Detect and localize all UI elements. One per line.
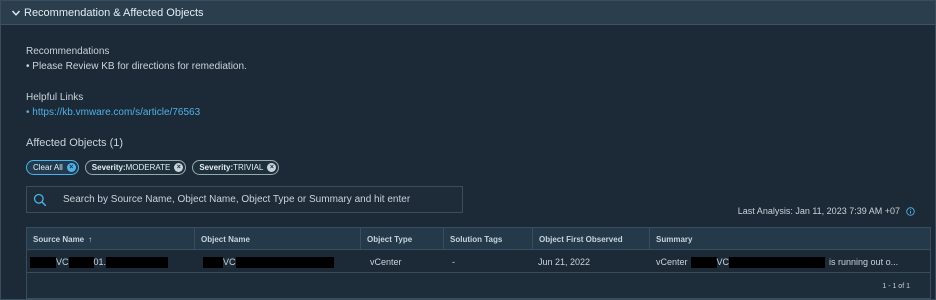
table-row[interactable]: VC 01. VC vCenter - Jun 21, 2022 vCenter… [27,251,930,273]
chip-key: Severity: [199,163,234,172]
recommendation-item: • Please Review KB for directions for re… [26,61,247,72]
summary-part: is running out o... [829,257,899,267]
summary-part: vCenter [656,257,688,267]
redacted-block [235,256,334,268]
col-source-name-label: Source Name [33,234,85,244]
col-solution-tags[interactable]: Solution Tags [444,228,533,250]
chip-key: Severity: [91,163,126,172]
cell-summary: vCenter VC is running out o... [650,251,930,273]
col-first-observed[interactable]: Object First Observed [533,228,650,250]
last-analysis-text: Last Analysis: Jan 11, 2023 7:39 AM +07 [737,206,900,216]
filter-chips: Clear All × Severity: MODERATE × Severity… [26,160,280,175]
affected-objects-title: Affected Objects (1) [26,137,124,149]
clear-all-chip[interactable]: Clear All × [26,160,79,175]
section-header[interactable]: Recommendation & Affected Objects [1,1,935,25]
severity-moderate-chip[interactable]: Severity: MODERATE × [84,160,187,175]
clear-all-label: Clear All [33,163,63,172]
affected-objects-table: Source Name ↑ Object Name Object Type So… [26,227,931,299]
redacted-block [203,256,223,268]
summary-part: VC [716,257,730,267]
cell-object-type: vCenter [370,257,402,267]
section-title: Recommendation & Affected Objects [24,6,204,19]
kb-link[interactable]: • https://kb.vmware.com/s/article/76563 [26,107,200,118]
col-source-name[interactable]: Source Name ↑ [27,228,195,250]
source-name-part: 01. [93,257,107,267]
redacted-block [68,256,94,268]
recommendations-label: Recommendations [26,46,110,57]
cell-object-name: VC [195,251,361,273]
redacted-block [729,256,826,268]
sort-arrow-up-icon[interactable]: ↑ [88,235,92,244]
close-icon[interactable]: × [174,163,184,172]
close-icon[interactable]: × [267,163,277,172]
redacted-block [30,256,56,268]
last-analysis: Last Analysis: Jan 11, 2023 7:39 AM +07 [738,206,915,216]
recommendation-panel: Recommendation & Affected Objects Recomm… [0,0,936,300]
severity-trivial-chip[interactable]: Severity: TRIVIAL × [192,160,280,175]
search-box [26,186,463,213]
search-icon [33,193,47,206]
cell-first-observed: Jun 21, 2022 [538,257,591,267]
info-icon[interactable] [906,206,915,216]
col-object-type[interactable]: Object Type [361,228,444,250]
object-name-part: VC [223,257,236,267]
col-object-name-label: Object Name [201,234,250,244]
col-summary-label: Summary [656,234,693,244]
redacted-block [106,256,169,268]
cell-source-name: VC 01. [27,251,195,273]
col-first-observed-label: Object First Observed [539,234,623,244]
col-object-name[interactable]: Object Name [195,228,361,250]
chip-value: MODERATE [125,163,171,172]
redacted-block [690,256,717,268]
chevron-down-icon [11,10,21,16]
pagination-text: 1 - 1 of 1 [882,283,910,290]
search-input[interactable] [62,194,462,205]
cell-solution-tags: - [452,257,455,267]
close-icon[interactable]: × [66,163,76,172]
helpful-links-label: Helpful Links [26,92,84,103]
source-name-part: VC [56,257,69,267]
col-summary[interactable]: Summary [650,228,930,250]
col-object-type-label: Object Type [367,234,413,244]
col-solution-tags-label: Solution Tags [450,234,503,244]
chip-value: TRIVIAL [233,163,264,172]
table-header: Source Name ↑ Object Name Object Type So… [27,228,930,250]
